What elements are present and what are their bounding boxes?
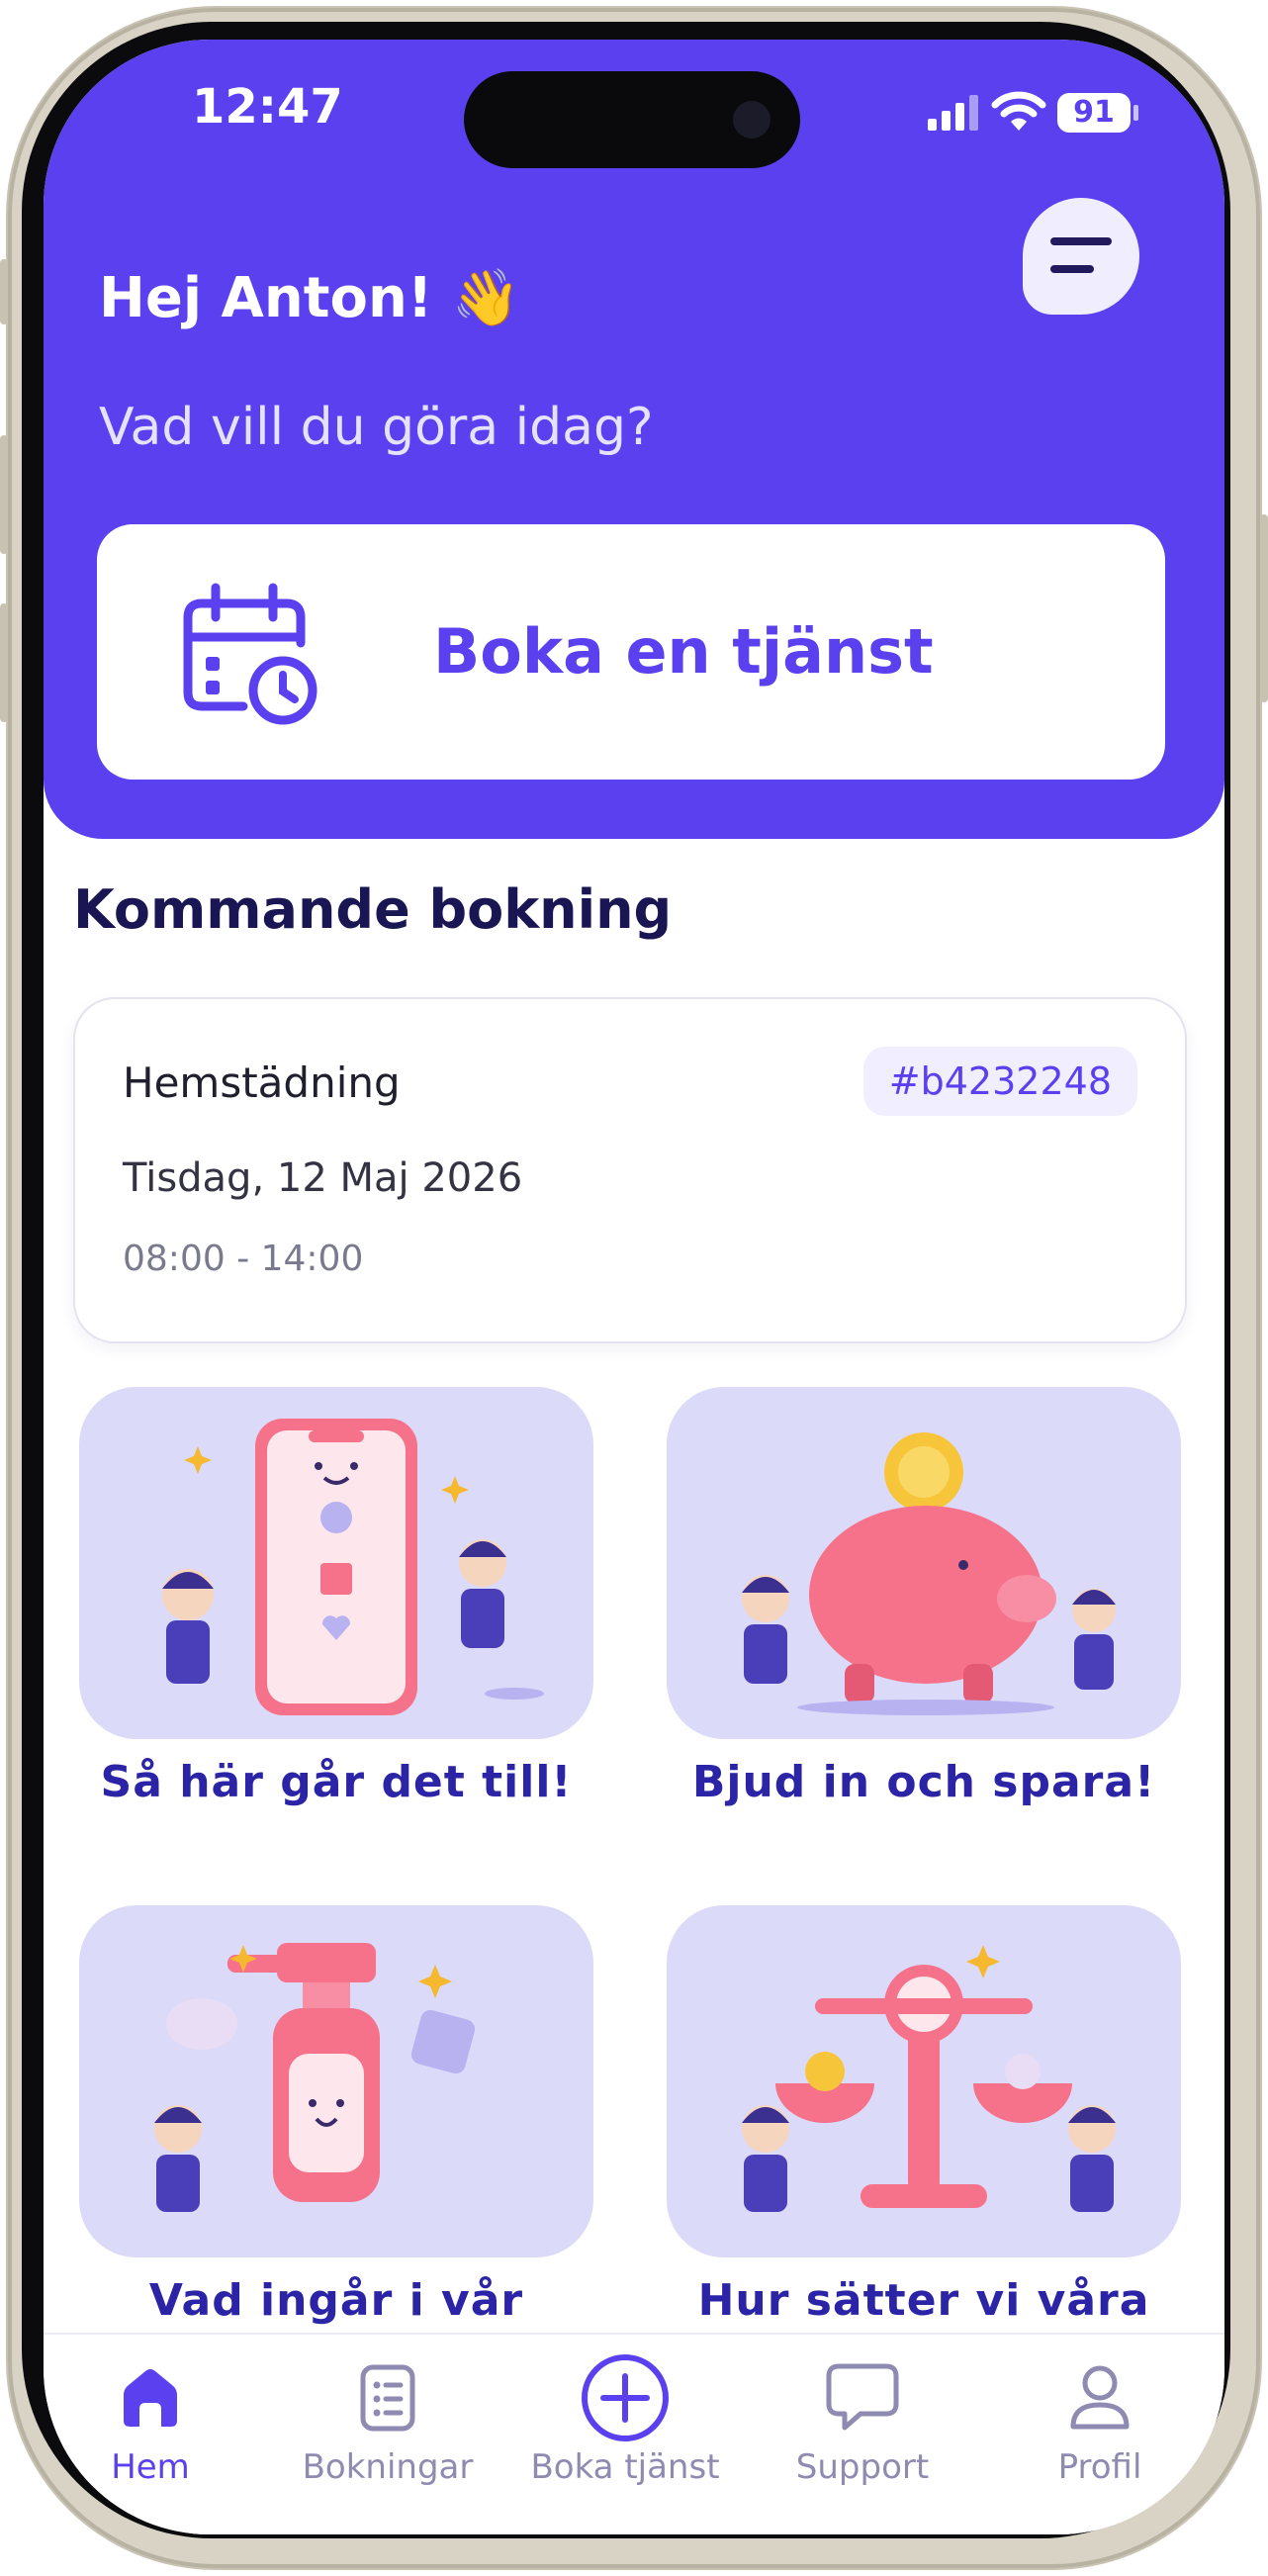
upcoming-booking-card[interactable]: Hemstädning #b4232248 Tisdag, 12 Maj 202… [73, 997, 1187, 1343]
cellular-signal-icon [928, 95, 978, 131]
upcoming-section-title: Kommande bokning [73, 878, 673, 941]
plus-circle-icon [582, 2354, 669, 2441]
home-icon [124, 2369, 177, 2427]
tab-bookings[interactable]: Bokningar [269, 2352, 506, 2487]
booking-time: 08:00 - 14:00 [123, 1239, 364, 1279]
app-screen: 12:47 91 Hej Anton! 👋 Vad vill du göra i… [44, 40, 1224, 2534]
tile-caption: Hur sätter vi våra [697, 2275, 1150, 2326]
booking-service: Hemstädning [123, 1058, 401, 1107]
action-button [0, 259, 8, 324]
user-icon [1070, 2365, 1130, 2430]
chat-icon [826, 2363, 899, 2431]
tile-caption: Vad ingår i vår [148, 2275, 524, 2326]
menu-line-icon [1050, 237, 1112, 245]
status-icons: 91 [884, 91, 1181, 133]
tab-label: Boka tjänst [530, 2447, 720, 2487]
bottom-tab-bar: Hem Bokningar Boka tjänst Support Profil [44, 2333, 1224, 2534]
book-service-button[interactable]: Boka en tjänst [97, 524, 1165, 780]
volume-down-button [0, 603, 8, 722]
menu-button[interactable] [1023, 198, 1139, 315]
tab-profile[interactable]: Profil [981, 2352, 1219, 2487]
scale-balance-illustration [667, 1905, 1181, 2257]
menu-line-icon [1050, 265, 1094, 273]
tab-label: Bokningar [302, 2447, 474, 2487]
battery-tip [1133, 105, 1138, 121]
tile-invite-save[interactable]: Bjud in och spara! [667, 1387, 1181, 1807]
side-button [1260, 514, 1268, 702]
tile-how-it-works[interactable]: Så här går det till! [79, 1387, 593, 1807]
tile-whats-included[interactable]: Vad ingår i vår [79, 1905, 593, 2326]
cleaning-spray-illustration [79, 1905, 593, 2257]
booking-id-badge: #b4232248 [862, 1047, 1137, 1116]
dynamic-island [464, 71, 800, 168]
tab-support[interactable]: Support [744, 2352, 981, 2487]
tab-label: Support [795, 2447, 930, 2487]
list-icon [360, 2364, 415, 2432]
camera-icon [733, 101, 770, 138]
tile-pricing[interactable]: Hur sätter vi våra [667, 1905, 1181, 2326]
tile-caption: Bjud in och spara! [691, 1757, 1156, 1807]
tile-caption: Så här går det till! [100, 1757, 573, 1807]
tab-label: Hem [111, 2447, 190, 2487]
volume-up-button [0, 435, 8, 554]
battery-indicator: 91 [1057, 93, 1131, 133]
piggy-bank-illustration [667, 1387, 1181, 1739]
phone-steps-illustration [79, 1387, 593, 1739]
greeting-subtitle: Vad vill du göra idag? [99, 398, 654, 457]
book-service-label: Boka en tjänst [433, 615, 934, 688]
wifi-icon [991, 91, 1046, 131]
greeting-title: Hej Anton! 👋 [99, 266, 521, 330]
booking-date: Tisdag, 12 Maj 2026 [123, 1155, 523, 1201]
header-panel: 12:47 91 Hej Anton! 👋 Vad vill du göra i… [44, 40, 1224, 839]
tab-book-service[interactable]: Boka tjänst [506, 2352, 744, 2487]
tab-label: Profil [1057, 2447, 1142, 2487]
calendar-clock-icon [183, 583, 317, 725]
status-time: 12:47 [192, 79, 343, 135]
tab-home[interactable]: Hem [44, 2352, 269, 2487]
